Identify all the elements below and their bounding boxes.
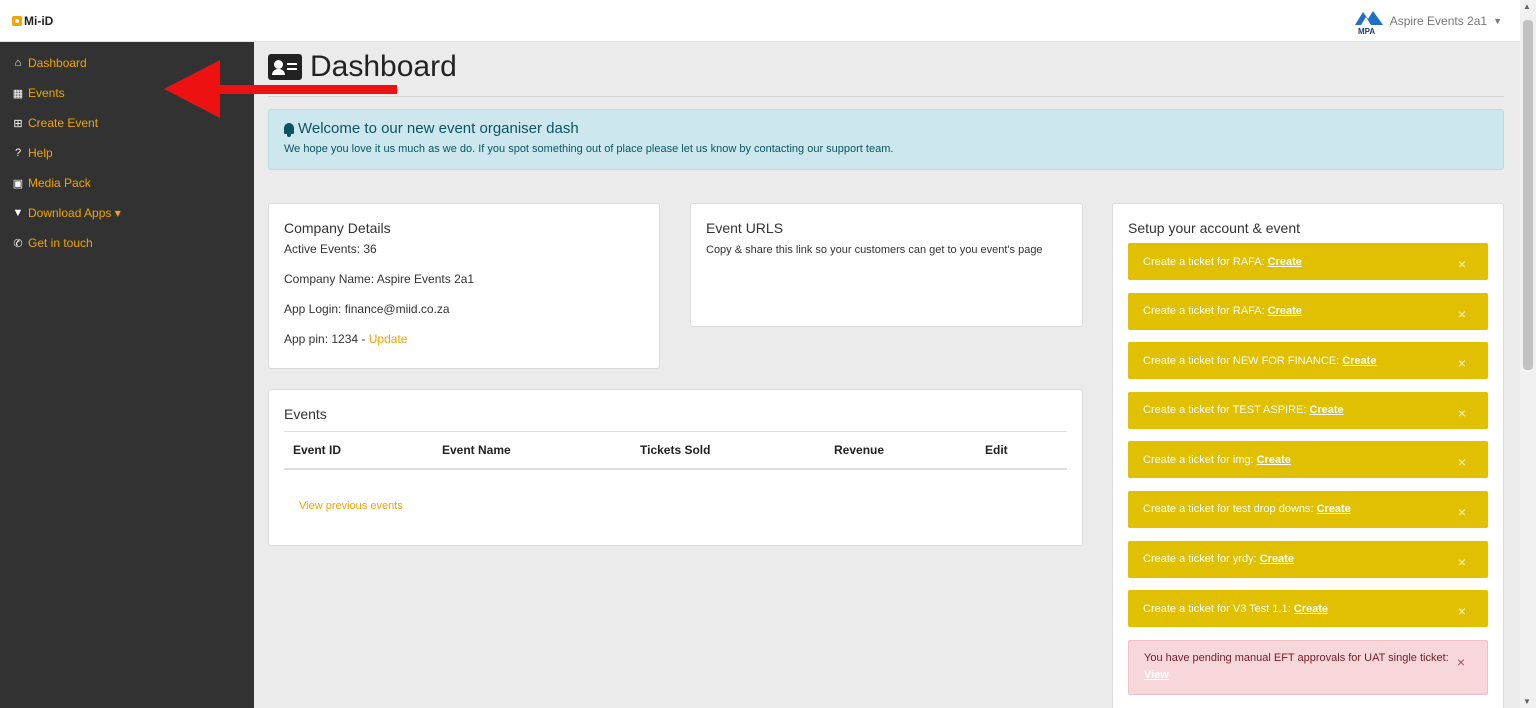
welcome-heading: Welcome to our new event organiser dash	[284, 120, 1488, 137]
view-previous-events-link[interactable]: View previous events	[299, 500, 1067, 512]
sidebar-item-download-apps[interactable]: ▼ Download Apps ▾	[0, 198, 254, 228]
create-ticket-link[interactable]: Create	[1317, 503, 1351, 515]
scrollbar[interactable]: ▲ ▼	[1520, 0, 1536, 708]
home-icon: ⌂	[14, 57, 22, 69]
account-name: Aspire Events 2a1	[1389, 14, 1488, 28]
events-title: Events	[284, 406, 327, 422]
create-ticket-link[interactable]: Create	[1257, 454, 1291, 466]
close-icon[interactable]: ×	[1458, 256, 1466, 272]
col-edit: Edit	[976, 431, 1067, 470]
setup-task-text: Create a ticket for RAFA:	[1143, 255, 1265, 268]
account-logo-icon: MPA	[1354, 11, 1383, 36]
setup-task-text: Create a ticket for NEW FOR FINANCE:	[1143, 354, 1340, 367]
app-login: App Login: finance@miid.co.za	[284, 302, 450, 316]
setup-task: Create a ticket for RAFA: Create ×	[1128, 243, 1488, 280]
sidebar-item-help[interactable]: ? Help	[0, 138, 254, 168]
close-icon[interactable]: ×	[1458, 306, 1466, 322]
setup-card: Setup your account & event Create a tick…	[1112, 203, 1504, 708]
create-ticket-link[interactable]: Create	[1268, 256, 1302, 268]
company-name: Company Name: Aspire Events 2a1	[284, 272, 475, 286]
app-pin-row: App pin: 1234 - Update	[284, 332, 644, 362]
setup-title: Setup your account & event	[1128, 220, 1300, 236]
event-urls-card: Event URLS Copy & share this link so you…	[690, 203, 1083, 327]
setup-task: Create a ticket for NEW FOR FINANCE: Crea…	[1128, 342, 1488, 380]
setup-task: Create a ticket for V3 Test 1.1: Create ×	[1128, 590, 1488, 628]
company-details-title: Company Details	[284, 220, 391, 236]
top-bar: Mi-iD MPA Aspire Events 2a1 ▼	[0, 0, 1520, 42]
welcome-text: We hope you love it us much as we do. If…	[284, 143, 894, 155]
plus-square-icon: ⊞	[13, 117, 23, 130]
close-icon[interactable]: ×	[1458, 355, 1466, 371]
events-table: Event ID Event Name Tickets Sold Revenue…	[284, 431, 1067, 470]
annotation-arrow-icon	[164, 60, 397, 118]
sidebar-item-label: Events	[28, 86, 65, 100]
col-tickets-sold: Tickets Sold	[631, 431, 825, 470]
setup-task-text: Create a ticket for RAFA:	[1143, 305, 1265, 318]
setup-task: Create a ticket for yrdy: Create ×	[1128, 540, 1488, 578]
event-urls-title: Event URLS	[706, 220, 784, 236]
close-icon[interactable]: ×	[1458, 554, 1466, 570]
sidebar: ⌂ Dashboard ▦ Events ⊞ Create Event ? He…	[0, 42, 254, 708]
pending-eft-alert: You have pending manual EFT approvals fo…	[1128, 639, 1488, 695]
welcome-alert: Welcome to our new event organiser dash …	[268, 109, 1504, 170]
images-icon: ▣	[12, 177, 24, 190]
table-header-row: Event ID Event Name Tickets Sold Revenue…	[284, 431, 1067, 470]
col-revenue: Revenue	[825, 431, 976, 470]
scroll-down-icon[interactable]: ▼	[1523, 697, 1531, 706]
update-pin-link[interactable]: Update	[369, 332, 408, 346]
setup-task-text: Create a ticket for img:	[1143, 453, 1254, 466]
view-pending-link[interactable]: View	[1144, 669, 1169, 681]
setup-task: Create a ticket for test drop downs: Crea…	[1128, 490, 1488, 528]
setup-task: Create a ticket for TEST ASPIRE: Create ×	[1128, 391, 1488, 429]
account-logo-text: MPA	[1358, 27, 1375, 36]
events-card: Events Event ID Event Name Tickets Sold …	[268, 389, 1083, 546]
setup-task-text: Create a ticket for test drop downs:	[1143, 503, 1314, 516]
main-content: Dashboard Welcome to our new event organ…	[254, 42, 1520, 708]
close-icon[interactable]: ×	[1458, 454, 1466, 470]
bell-icon	[284, 123, 294, 137]
create-ticket-link[interactable]: Create	[1309, 404, 1343, 416]
sidebar-item-get-in-touch[interactable]: ✆ Get in touch	[0, 228, 254, 258]
brand-logo[interactable]: Mi-iD	[12, 14, 53, 28]
divider	[268, 96, 1504, 97]
file-download-icon: ▼	[12, 207, 24, 219]
col-event-id: Event ID	[284, 431, 433, 470]
close-icon[interactable]: ×	[1458, 405, 1466, 421]
app-pin: App pin: 1234 -	[284, 332, 369, 346]
sidebar-item-media-pack[interactable]: ▣ Media Pack	[0, 168, 254, 198]
brand-name: Mi-iD	[24, 14, 54, 28]
setup-task-text: Create a ticket for TEST ASPIRE:	[1143, 404, 1307, 417]
chevron-down-icon: ▼	[1493, 16, 1502, 26]
phone-icon: ✆	[13, 237, 23, 250]
close-icon[interactable]: ×	[1457, 654, 1465, 671]
create-ticket-link[interactable]: Create	[1342, 355, 1376, 367]
sidebar-item-label: Download Apps ▾	[28, 206, 121, 220]
sidebar-item-label: Dashboard	[28, 56, 87, 70]
col-event-name: Event Name	[433, 431, 631, 470]
company-details-card: Company Details Active Events: 36 Compan…	[268, 203, 660, 369]
setup-task: Create a ticket for RAFA: Create ×	[1128, 292, 1488, 330]
setup-task-text: Create a ticket for yrdy:	[1143, 553, 1257, 566]
setup-task: Create a ticket for img: Create ×	[1128, 441, 1488, 479]
welcome-heading-text: Welcome to our new event organiser dash	[298, 120, 579, 137]
sidebar-item-label: Create Event	[28, 116, 99, 130]
scroll-up-icon[interactable]: ▲	[1523, 2, 1531, 11]
event-urls-text: Copy & share this link so your customers…	[706, 244, 1043, 256]
scrollbar-thumb[interactable]	[1523, 20, 1533, 370]
sidebar-item-label: Media Pack	[28, 176, 91, 190]
create-ticket-link[interactable]: Create	[1294, 603, 1328, 615]
setup-task-text: Create a ticket for V3 Test 1.1:	[1143, 602, 1291, 615]
sidebar-item-label: Get in touch	[28, 236, 93, 250]
pending-eft-text: You have pending manual EFT approvals fo…	[1144, 651, 1449, 664]
create-ticket-link[interactable]: Create	[1268, 305, 1302, 317]
active-events: Active Events: 36	[284, 242, 377, 256]
create-ticket-link[interactable]: Create	[1260, 553, 1294, 565]
close-icon[interactable]: ×	[1458, 603, 1466, 619]
close-icon[interactable]: ×	[1458, 504, 1466, 520]
account-menu[interactable]: MPA Aspire Events 2a1 ▼	[1354, 6, 1502, 36]
sidebar-item-label: Help	[28, 146, 53, 160]
brand-icon	[12, 16, 22, 26]
question-circle-icon: ?	[14, 147, 22, 159]
calendar-icon: ▦	[12, 87, 24, 100]
